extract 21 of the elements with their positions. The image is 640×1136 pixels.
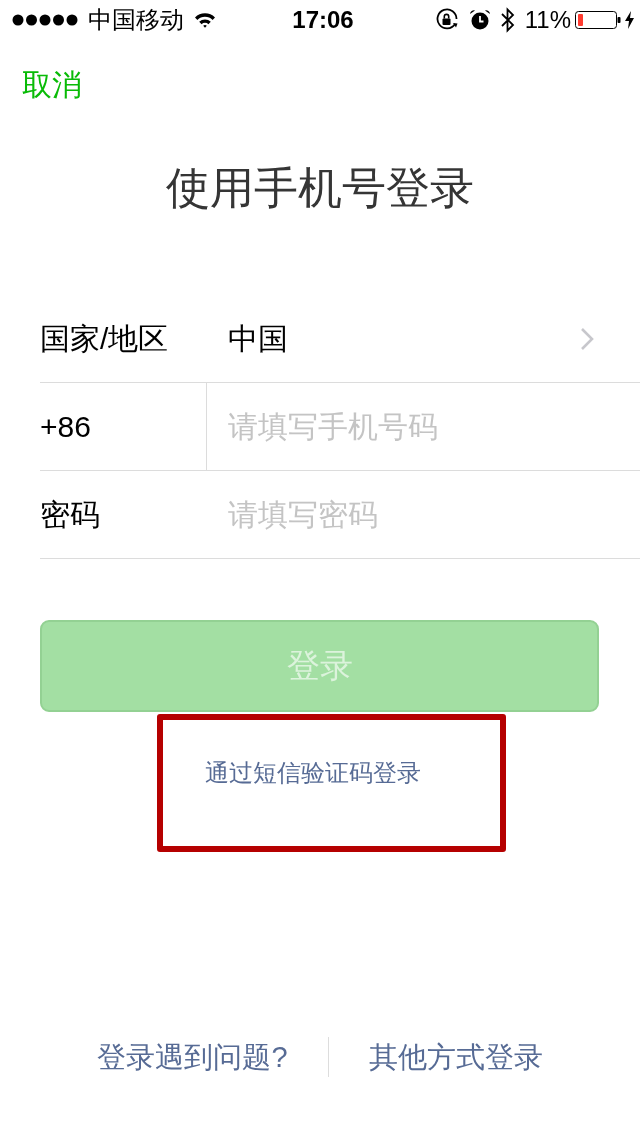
sms-code-login-link[interactable]: 通过短信验证码登录 (205, 758, 421, 788)
phone-number-input[interactable]: 请填写手机号码 (228, 404, 614, 449)
rotation-lock-icon (434, 8, 459, 32)
page-title: 使用手机号登录 (165, 162, 475, 214)
country-code-label: +86 (40, 408, 92, 445)
signal-icon (12, 14, 78, 26)
wifi-icon (194, 12, 216, 28)
other-login-link[interactable]: 其他方式登录 (368, 1039, 543, 1075)
battery-icon (575, 11, 621, 29)
carrier-name: 中国移动 (88, 6, 184, 34)
country-value[interactable]: 中国 (228, 320, 580, 357)
status-time: 17:06 (292, 6, 354, 34)
country-label: 国家/地区 (40, 320, 170, 357)
chevron-right-icon[interactable] (580, 326, 594, 351)
bluetooth-icon (500, 7, 515, 33)
charging-bolt-icon (625, 11, 634, 29)
password-input[interactable]: 请填写密码 (228, 492, 614, 537)
password-label: 密码 (40, 496, 101, 533)
alarm-clock-icon (468, 9, 491, 31)
battery-percentage: 11% (524, 6, 571, 34)
login-help-link[interactable]: 登录遇到问题? (97, 1039, 288, 1075)
